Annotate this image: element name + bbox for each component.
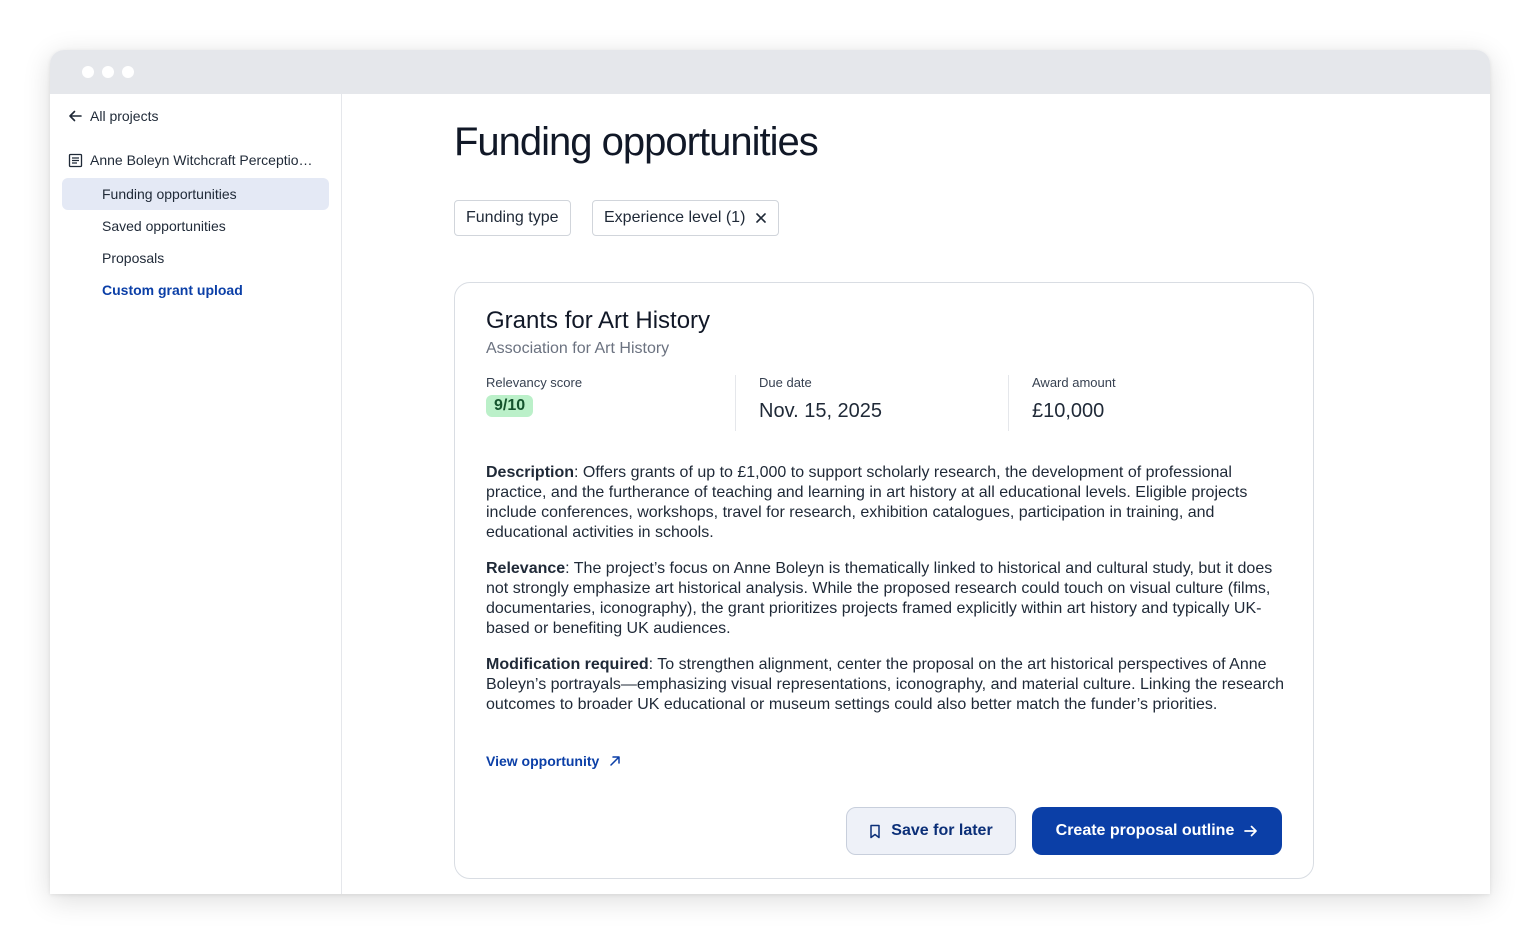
opportunity-card: Grants for Art History Association for A… xyxy=(454,282,1314,879)
relevancy-label: Relevancy score xyxy=(486,375,583,390)
browser-window: All projects Anne Boleyn Witchcraft Perc… xyxy=(50,50,1490,894)
opportunity-title: Grants for Art History xyxy=(486,307,711,334)
award-value: £10,000 xyxy=(1032,400,1105,422)
filter-experience-level[interactable]: Experience level (1) xyxy=(592,200,780,236)
save-for-later-label: Save for later xyxy=(891,822,993,839)
award-label: Award amount xyxy=(1032,375,1116,390)
relevancy-metric: Relevancy score 9/10 xyxy=(486,375,582,433)
metric-divider xyxy=(1008,375,1009,431)
relevance-paragraph: Relevance: The project’s focus on Anne B… xyxy=(486,559,1286,639)
main-content: Funding opportunities Funding type Exper… xyxy=(342,94,1490,894)
view-opportunity-link[interactable]: View opportunity xyxy=(486,753,621,769)
window-dot xyxy=(122,66,134,78)
sidebar: All projects Anne Boleyn Witchcraft Perc… xyxy=(50,94,342,894)
external-link-icon xyxy=(610,756,621,766)
award-metric: Award amount £10,000 xyxy=(1032,375,1116,433)
window-dot xyxy=(102,66,114,78)
arrow-right-icon xyxy=(1244,825,1258,837)
metric-divider xyxy=(735,375,736,431)
bookmark-icon xyxy=(870,824,881,838)
create-proposal-outline-label: Create proposal outline xyxy=(1055,822,1235,839)
all-projects-link[interactable]: All projects xyxy=(68,108,158,124)
page-title: Funding opportunities xyxy=(454,120,819,164)
filter-label: Experience level (1) xyxy=(604,209,746,226)
sidebar-item-label: Custom grant upload xyxy=(102,282,243,298)
sidebar-item-proposals[interactable]: Proposals xyxy=(62,242,329,274)
description-text: : Offers grants of up to £1,000 to suppo… xyxy=(486,464,1248,541)
relevancy-score-badge: 9/10 xyxy=(486,395,534,417)
project-header[interactable]: Anne Boleyn Witchcraft Perceptio… xyxy=(68,152,320,168)
sidebar-item-label: Funding opportunities xyxy=(102,186,237,202)
description-label: Description xyxy=(486,464,575,481)
window-dot xyxy=(82,66,94,78)
save-for-later-button[interactable]: Save for later xyxy=(846,807,1016,855)
create-proposal-outline-button[interactable]: Create proposal outline xyxy=(1032,807,1282,855)
sidebar-item-label: Proposals xyxy=(102,250,165,266)
sidebar-item-funding-opportunities[interactable]: Funding opportunities xyxy=(62,178,329,210)
close-icon[interactable] xyxy=(755,212,767,224)
sidebar-item-saved-opportunities[interactable]: Saved opportunities xyxy=(62,210,329,242)
window-titlebar xyxy=(50,50,1490,94)
view-opportunity-label: View opportunity xyxy=(486,753,600,769)
opportunity-organization: Association for Art History xyxy=(486,340,670,357)
arrow-left-icon xyxy=(69,110,82,122)
description-paragraph: Description: Offers grants of up to £1,0… xyxy=(486,463,1286,543)
document-icon xyxy=(68,153,83,167)
due-date-value: Nov. 15, 2025 xyxy=(759,400,883,422)
filter-label: Funding type xyxy=(466,209,559,226)
modification-label: Modification required xyxy=(486,656,649,673)
sidebar-item-custom-grant-upload[interactable]: Custom grant upload xyxy=(62,274,329,306)
all-projects-label: All projects xyxy=(90,108,159,124)
due-date-label: Due date xyxy=(759,375,812,390)
relevance-label: Relevance xyxy=(486,560,566,577)
relevance-text: : The project’s focus on Anne Boleyn is … xyxy=(486,560,1273,637)
sidebar-item-label: Saved opportunities xyxy=(102,218,226,234)
due-date-metric: Due date Nov. 15, 2025 xyxy=(759,375,882,433)
app-body: All projects Anne Boleyn Witchcraft Perc… xyxy=(50,94,1490,894)
project-name: Anne Boleyn Witchcraft Perceptio… xyxy=(90,152,313,168)
modification-paragraph: Modification required: To strengthen ali… xyxy=(486,655,1286,715)
filter-funding-type[interactable]: Funding type xyxy=(454,200,571,236)
